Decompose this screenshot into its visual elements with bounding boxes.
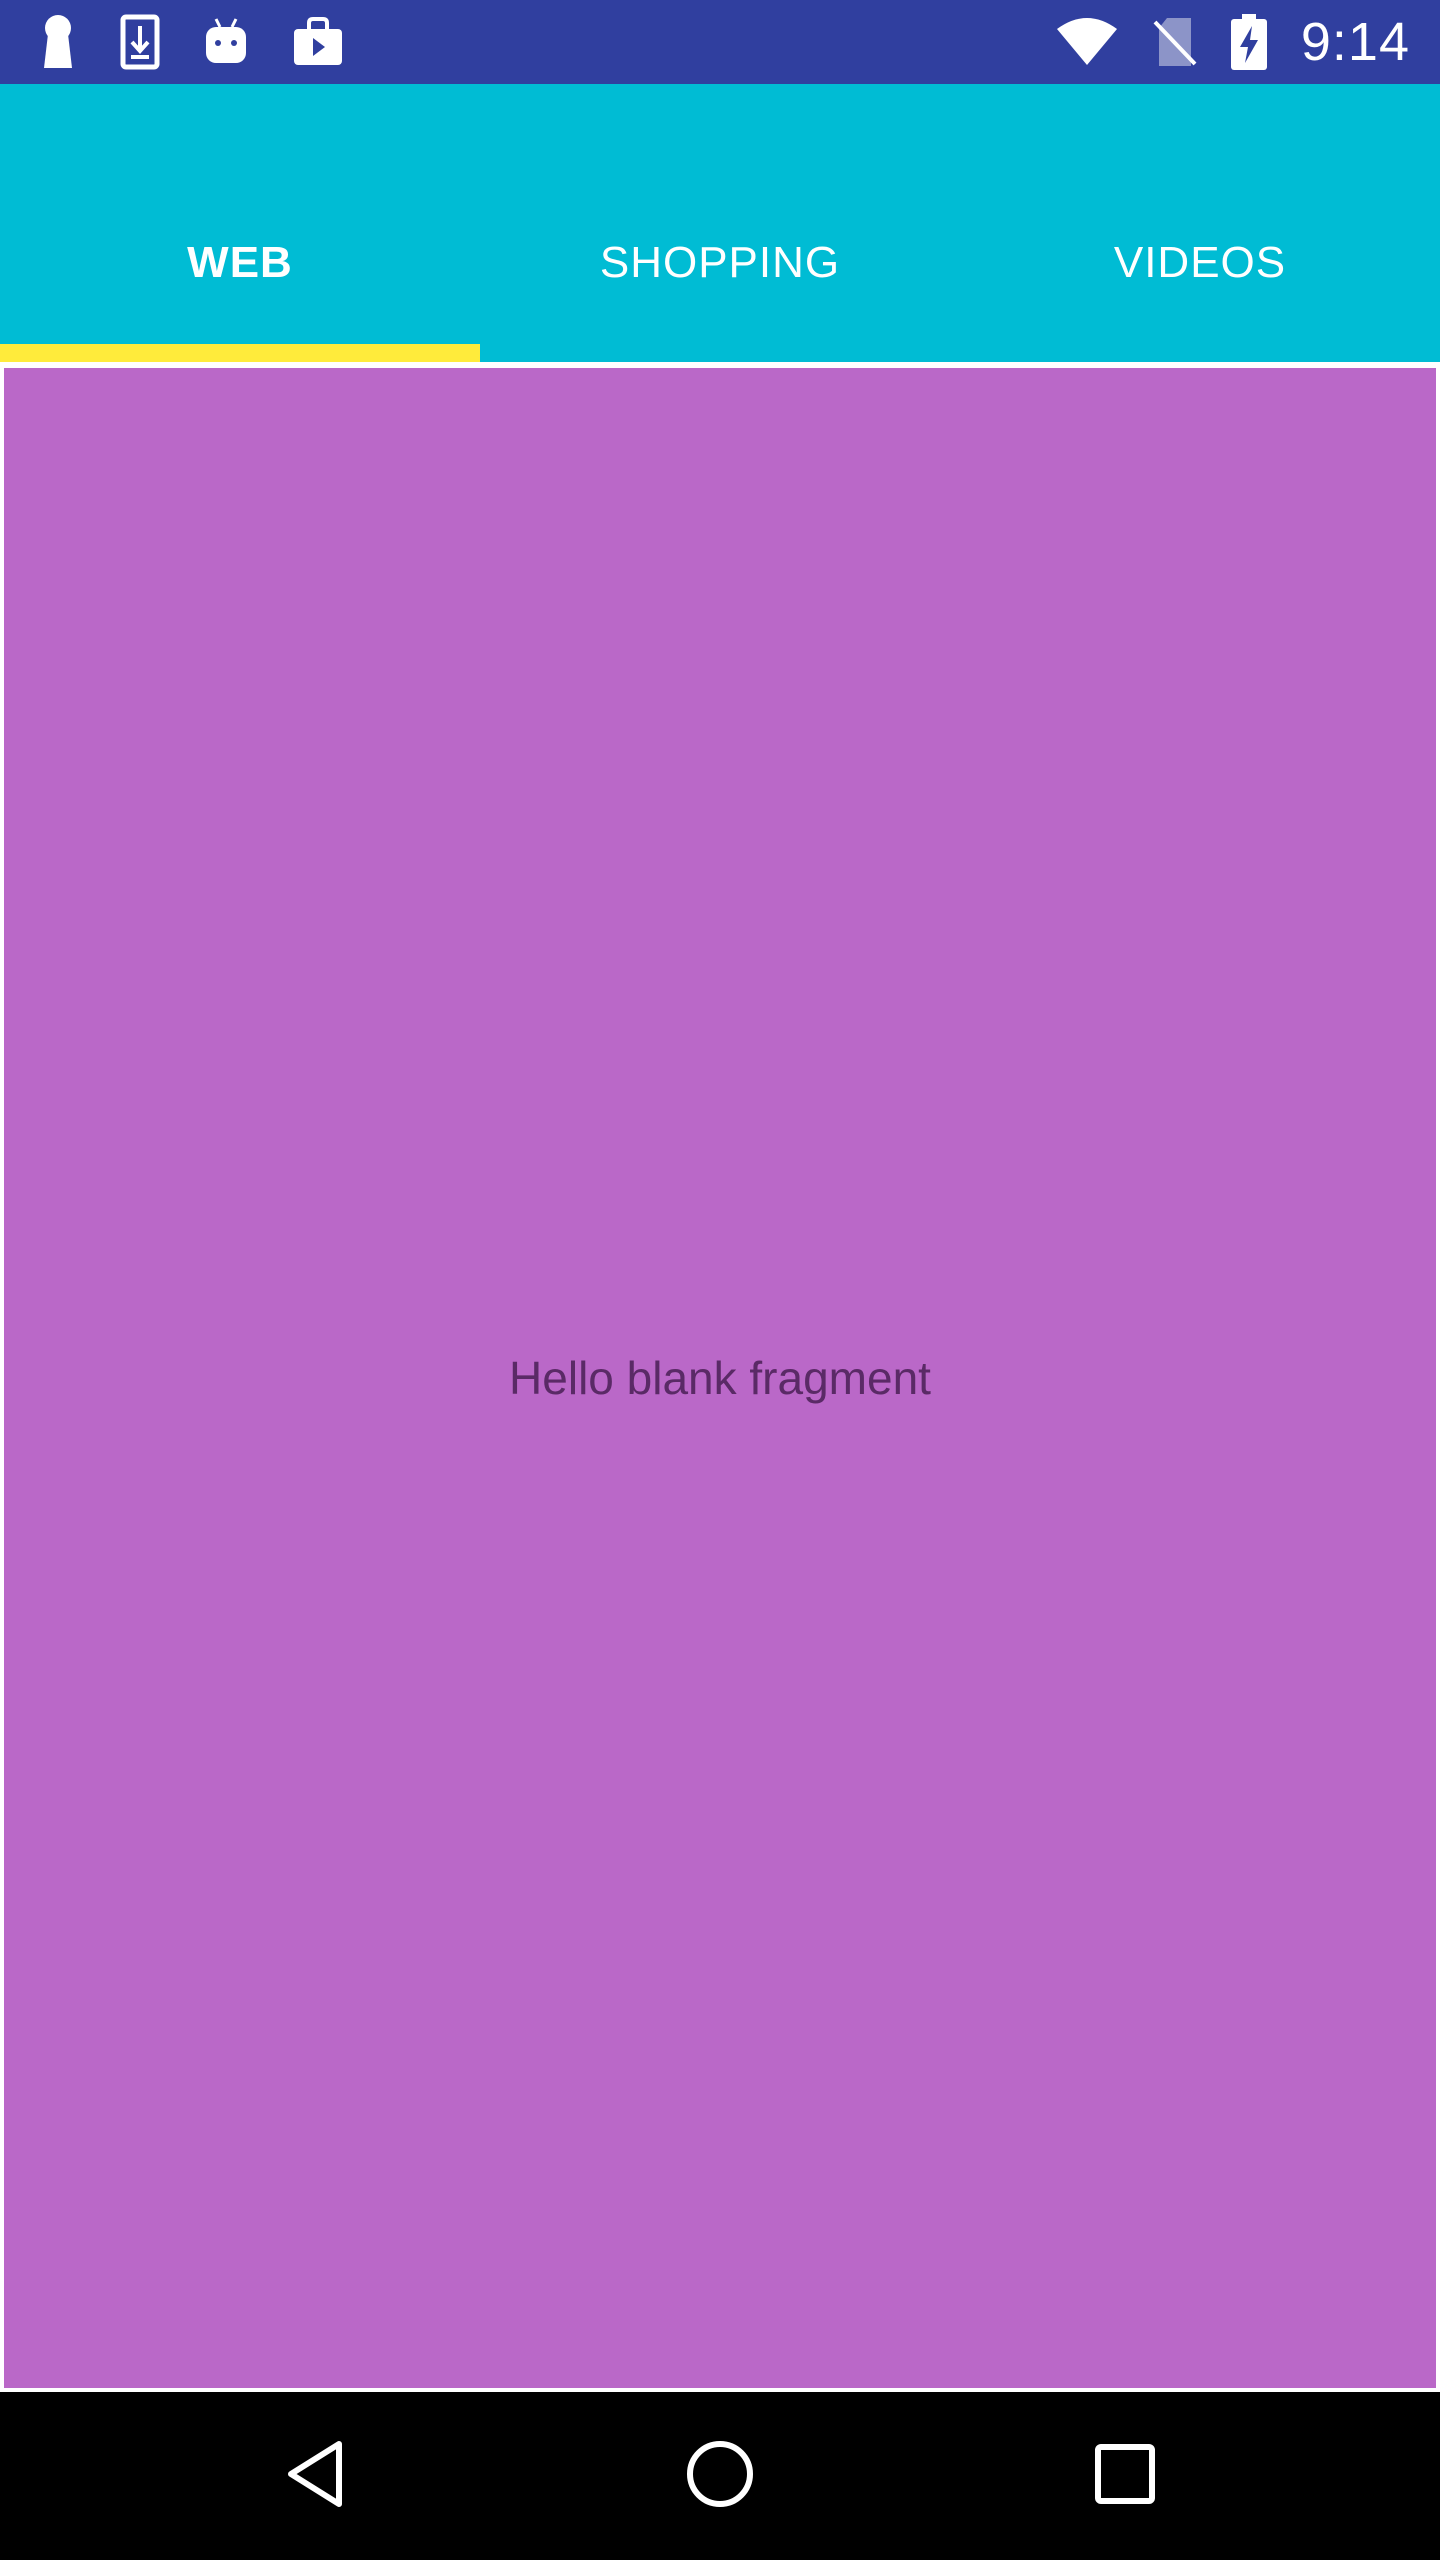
status-bar: 9:14	[0, 0, 1440, 84]
system-icons: 9:14	[1055, 0, 1410, 84]
fragment-text: Hello blank fragment	[509, 1352, 931, 1404]
tab-web[interactable]: WEB	[0, 172, 480, 362]
wifi-icon	[1055, 17, 1119, 67]
tab-videos[interactable]: VIDEOS	[960, 172, 1440, 362]
store-icon	[292, 17, 344, 67]
tab-label: SHOPPING	[599, 238, 841, 287]
battery-charging-icon	[1230, 14, 1267, 70]
back-button[interactable]	[235, 2392, 395, 2560]
notification-icons	[40, 0, 344, 84]
blank-fragment: Hello blank fragment	[4, 368, 1436, 2388]
app-bar: WEB SHOPPING VIDEOS	[0, 84, 1440, 362]
home-button[interactable]	[640, 2392, 800, 2560]
tab-label: WEB	[187, 238, 293, 287]
recents-icon	[1095, 2443, 1155, 2509]
screen: 9:14 WEB SHOPPING VIDEOS Hello blank fra…	[0, 0, 1440, 2560]
keyhole-icon	[40, 14, 76, 70]
android-icon	[204, 17, 248, 67]
back-icon	[283, 2438, 347, 2515]
tab-shopping[interactable]: SHOPPING	[480, 172, 960, 362]
tab-indicator	[0, 344, 480, 362]
home-icon	[686, 2440, 754, 2513]
no-sim-icon	[1153, 16, 1197, 68]
clock: 9:14	[1300, 12, 1410, 72]
recents-button[interactable]	[1045, 2392, 1205, 2560]
navigation-bar	[0, 2392, 1440, 2560]
tab-layout: WEB SHOPPING VIDEOS	[0, 172, 1440, 362]
tab-label: VIDEOS	[1113, 238, 1287, 287]
divider	[0, 362, 1440, 366]
download-icon	[120, 14, 160, 70]
